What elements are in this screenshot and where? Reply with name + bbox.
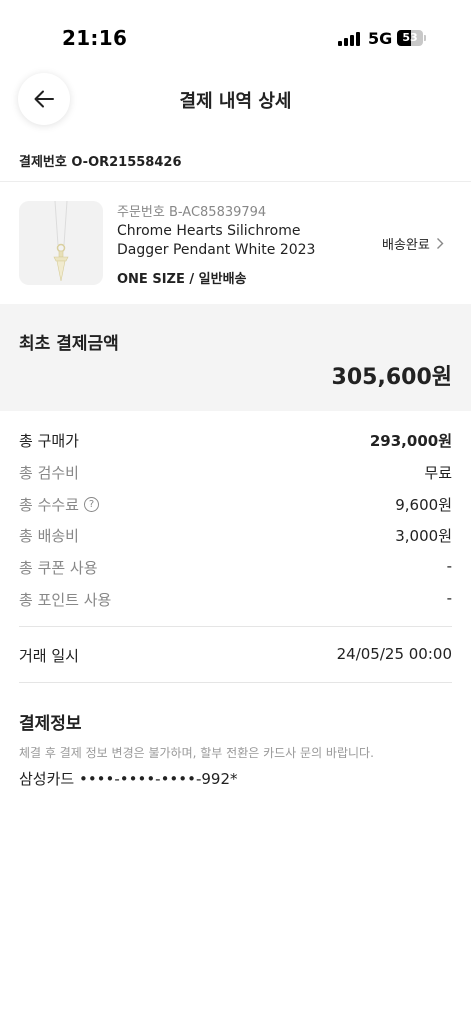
payment-info-notice: 체결 후 결제 정보 변경은 불가하며, 할부 전환은 카드사 문의 바랍니다. — [19, 746, 374, 760]
network-type: 5G — [368, 29, 393, 48]
status-bar: 21:16 5G 53 — [0, 0, 471, 70]
divider — [19, 626, 452, 627]
card-info: 삼성카드 ••••-••••-••••-992* — [19, 770, 238, 788]
total-payment-label: 최초 결제금액 — [19, 334, 119, 354]
row-value: 3,000원 — [395, 527, 452, 545]
transaction-date-row: 거래 일시 24/05/25 00:00 — [19, 645, 452, 669]
product-option: ONE SIZE / 일반배송 — [117, 272, 247, 287]
battery-level: 53 — [402, 31, 418, 44]
divider — [19, 682, 452, 683]
row-value: - — [446, 589, 452, 607]
payment-number-label: 결제번호 — [19, 155, 67, 170]
total-payment-box: 최초 결제금액 305,600원 — [0, 304, 471, 411]
total-payment-amount: 305,600원 — [331, 365, 452, 390]
row-label: 총 포인트 사용 — [19, 591, 112, 609]
row-value: 9,600원 — [395, 496, 452, 514]
row-value: - — [446, 557, 452, 575]
breakdown-row-inspection: 총 검수비 무료 — [19, 462, 452, 486]
order-number: 주문번호 B-AC85839794 — [117, 205, 267, 220]
header: 결제 내역 상세 — [0, 70, 471, 128]
payment-info-title: 결제정보 — [19, 714, 82, 734]
chevron-right-icon — [436, 238, 444, 249]
delivery-status-label: 배송완료 — [382, 238, 430, 253]
row-label: 총 배송비 — [19, 527, 79, 545]
question-icon[interactable]: ? — [83, 497, 99, 512]
payment-number-value: O-OR21558426 — [71, 155, 182, 170]
battery-icon: 53 — [397, 30, 427, 46]
row-label: 총 쿠폰 사용 — [19, 559, 98, 577]
row-value: 293,000원 — [369, 432, 452, 450]
pendant-image — [53, 201, 69, 282]
delivery-status-link[interactable]: 배송완료 — [382, 234, 444, 253]
transaction-date-label: 거래 일시 — [19, 647, 79, 665]
row-label: 총 검수비 — [19, 464, 79, 482]
page-title: 결제 내역 상세 — [179, 91, 292, 112]
row-value: 무료 — [424, 464, 452, 482]
status-time: 21:16 — [62, 26, 128, 50]
breakdown-row-coupon: 총 쿠폰 사용 - — [19, 557, 452, 581]
breakdown-row-purchase: 총 구매가 293,000원 — [19, 430, 452, 454]
signal-icon — [338, 32, 360, 46]
order-item[interactable]: 주문번호 B-AC85839794 Chrome Hearts Silichro… — [0, 182, 471, 302]
breakdown-row-points: 총 포인트 사용 - — [19, 589, 452, 613]
row-label: 총 수수료 — [19, 496, 79, 514]
breakdown-row-fee: 총 수수료 ? 9,600원 — [19, 494, 452, 518]
payment-number: 결제번호 O-OR21558426 — [19, 151, 182, 170]
row-label-wrap: 총 수수료 ? — [19, 494, 99, 515]
breakdown-row-shipping: 총 배송비 3,000원 — [19, 525, 452, 549]
product-image — [19, 201, 103, 285]
transaction-date-value: 24/05/25 00:00 — [336, 645, 452, 663]
row-label: 총 구매가 — [19, 432, 79, 450]
product-name: Chrome Hearts Silichrome Dagger Pendant … — [117, 223, 316, 258]
